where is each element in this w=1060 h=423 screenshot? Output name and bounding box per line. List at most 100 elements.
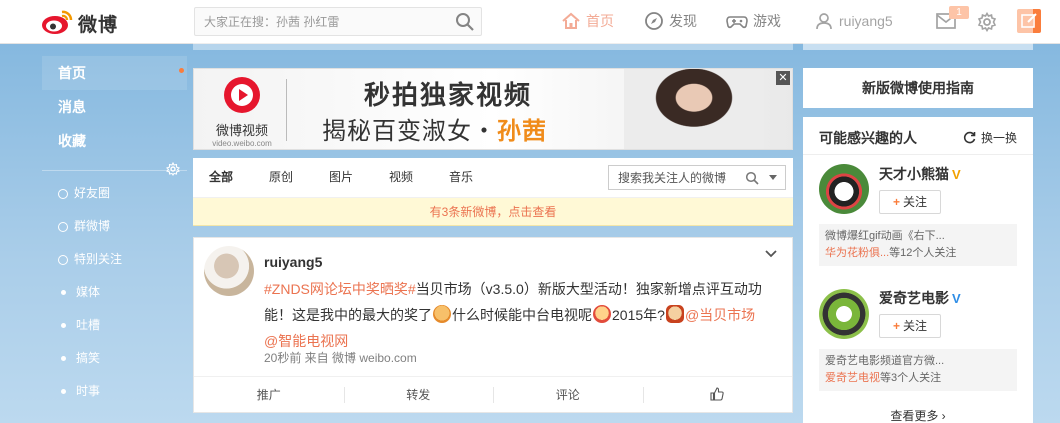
search-icon[interactable] <box>745 171 759 185</box>
sidebar-item-label: 群微博 <box>74 219 111 233</box>
post-meta: 20秒前 来自 微博 weibo.com <box>264 351 417 365</box>
banner-logo-site: video.weibo.com <box>212 139 272 148</box>
video-play-icon <box>224 77 260 113</box>
sidebar-item-news[interactable]: 时事 <box>42 375 187 408</box>
sidebar-item-funny[interactable]: 搞笑 <box>42 342 187 375</box>
promote-button[interactable]: 推广 <box>194 377 344 413</box>
mention-link[interactable]: @智能电视网 <box>264 333 348 349</box>
bullet-icon <box>61 356 66 361</box>
banner-celebrity-photo <box>624 69 764 149</box>
recommend-reason: 微博爆红gif动画《右下... 华为花粉俱...等12个人关注 <box>819 224 1017 266</box>
recommend-reason: 爱奇艺电影频道官方微... 爱奇艺电视等3个人关注 <box>819 349 1017 391</box>
hashtag-link[interactable]: #ZNDS网论坛中奖晒奖# <box>264 281 416 297</box>
new-posts-notice[interactable]: 有3条新微博，点击查看 <box>193 198 793 226</box>
left-sidebar: 首页 消息 收藏 好友圈 群微博 特别关注 媒体 吐槽 搞笑 时事 <box>42 56 187 408</box>
active-tab-indicator <box>221 188 233 194</box>
tab-original[interactable]: 原创 <box>269 158 293 196</box>
bullet-icon <box>61 290 66 295</box>
banner-logo-name: 微博视频 <box>215 123 268 138</box>
follow-label: 关注 <box>903 319 928 333</box>
guide-link[interactable]: 新版微博使用指南 <box>803 68 1033 108</box>
feed-search <box>608 165 786 190</box>
sidebar-item-home[interactable]: 首页 <box>42 56 187 90</box>
comment-button[interactable]: 评论 <box>493 377 643 413</box>
avatar[interactable] <box>204 246 254 296</box>
sidebar-item-special-follow[interactable]: 特别关注 <box>42 243 187 276</box>
group-settings-gear-icon[interactable] <box>166 162 180 176</box>
sidebar-item-media[interactable]: 媒体 <box>42 276 187 309</box>
avatar[interactable] <box>819 164 869 214</box>
mention-link[interactable]: @当贝市场 <box>685 307 755 323</box>
panel-divider <box>803 154 1033 155</box>
avatar[interactable] <box>819 289 869 339</box>
weibo-video-logo: 微博视频 video.weibo.com <box>206 75 278 148</box>
tab-video[interactable]: 视频 <box>389 158 413 196</box>
post-text-part: 什么时候能中台电视呢 <box>452 307 592 323</box>
group-icon <box>58 221 68 232</box>
sidebar-item-favorites[interactable]: 收藏 <box>42 124 187 158</box>
emoji-icon <box>665 305 684 323</box>
like-button[interactable] <box>642 377 793 413</box>
bullet-icon <box>61 389 66 394</box>
emoji-icon <box>433 305 451 323</box>
close-icon[interactable]: ✕ <box>776 71 790 85</box>
logo-text: 微博 <box>78 14 119 36</box>
reason-link[interactable]: 爱奇艺电视 <box>825 372 880 384</box>
recommended-user-name[interactable]: 天才小熊猫 V <box>879 164 961 184</box>
user-name-text: 天才小熊猫 <box>879 166 949 182</box>
left-groups-menu: 好友圈 群微博 特别关注 媒体 吐槽 搞笑 时事 <box>42 177 187 408</box>
follow-button[interactable]: + 关注 <box>879 190 941 214</box>
friend-circle-icon <box>58 188 68 199</box>
feed-post: ruiyang5 #ZNDS网论坛中奖晒奖#当贝市场（v3.5.0）新版大型活动… <box>193 237 793 413</box>
post-action-bar: 推广 转发 评论 <box>194 376 792 413</box>
tab-images[interactable]: 图片 <box>329 158 353 196</box>
reason-text: 微博爆红gif动画《右下... <box>825 230 945 242</box>
left-main-menu: 首页 消息 收藏 <box>42 56 187 158</box>
ad-banner[interactable]: 微博视频 video.weibo.com 秒拍独家视频 揭秘百变淑女・孙茜 ✕ <box>193 68 793 150</box>
recommend-title: 可能感兴趣的人 <box>819 130 917 146</box>
sidebar-item-label: 搞笑 <box>76 351 101 365</box>
verified-icon: V <box>952 167 961 182</box>
refresh-icon <box>963 131 976 144</box>
thumbs-up-icon <box>710 387 724 401</box>
reason-link[interactable]: 华为花粉俱... <box>825 247 889 259</box>
chevron-down-icon[interactable] <box>769 175 777 180</box>
sidebar-item-label: 媒体 <box>76 285 101 299</box>
reason-text: 等3个人关注 <box>880 372 942 384</box>
bullet-icon <box>61 323 66 328</box>
banner-divider <box>286 79 287 141</box>
follow-button[interactable]: + 关注 <box>879 314 941 338</box>
verified-icon: V <box>952 291 961 306</box>
sidebar-item-messages[interactable]: 消息 <box>42 90 187 124</box>
banner-subline-prefix: 揭秘百变淑女・ <box>322 117 497 145</box>
refresh-button[interactable]: 换一换 <box>963 129 1017 146</box>
post-text-part: 2015年? <box>612 307 665 323</box>
plus-icon: + <box>892 319 900 333</box>
active-indicator-dot <box>179 68 184 73</box>
banner-subline-highlight: 孙茜 <box>497 117 547 145</box>
user-name-text: 爱奇艺电影 <box>879 290 949 306</box>
emoji-icon <box>593 305 611 323</box>
background-ghost-strip <box>193 0 793 50</box>
sidebar-item-label: 好友圈 <box>74 186 111 200</box>
reason-text: 等12个人关注 <box>889 247 957 259</box>
tab-music[interactable]: 音乐 <box>449 158 473 196</box>
sidebar-item-rant[interactable]: 吐槽 <box>42 309 187 342</box>
banner-subline: 揭秘百变淑女・孙茜 <box>322 111 547 146</box>
feed-search-input[interactable] <box>609 166 741 189</box>
recommend-users-panel: 可能感兴趣的人 换一换 天才小熊猫 V + 关注 微博爆红gif动画《右下... 华… <box>803 117 1033 423</box>
chevron-down-icon[interactable] <box>765 250 777 258</box>
feed-filter-tabs: 全部 原创 图片 视频 音乐 <box>193 158 793 198</box>
sidebar-item-friend-circle[interactable]: 好友圈 <box>42 177 187 210</box>
weibo-logo[interactable]: 微博 <box>40 8 130 36</box>
sidebar-item-label: 时事 <box>76 384 101 398</box>
post-author[interactable]: ruiyang5 <box>264 254 322 270</box>
weibo-eye-icon <box>42 10 73 34</box>
recommended-user-name[interactable]: 爱奇艺电影 V <box>879 288 961 308</box>
background-ghost-card <box>803 0 1033 50</box>
reason-text: 爱奇艺电影频道官方微... <box>825 355 945 367</box>
repost-button[interactable]: 转发 <box>343 377 494 413</box>
see-more-link[interactable]: 查看更多 › <box>803 407 1033 423</box>
sidebar-item-group-weibo[interactable]: 群微博 <box>42 210 187 243</box>
banner-headline: 秒拍独家视频 <box>364 81 533 111</box>
